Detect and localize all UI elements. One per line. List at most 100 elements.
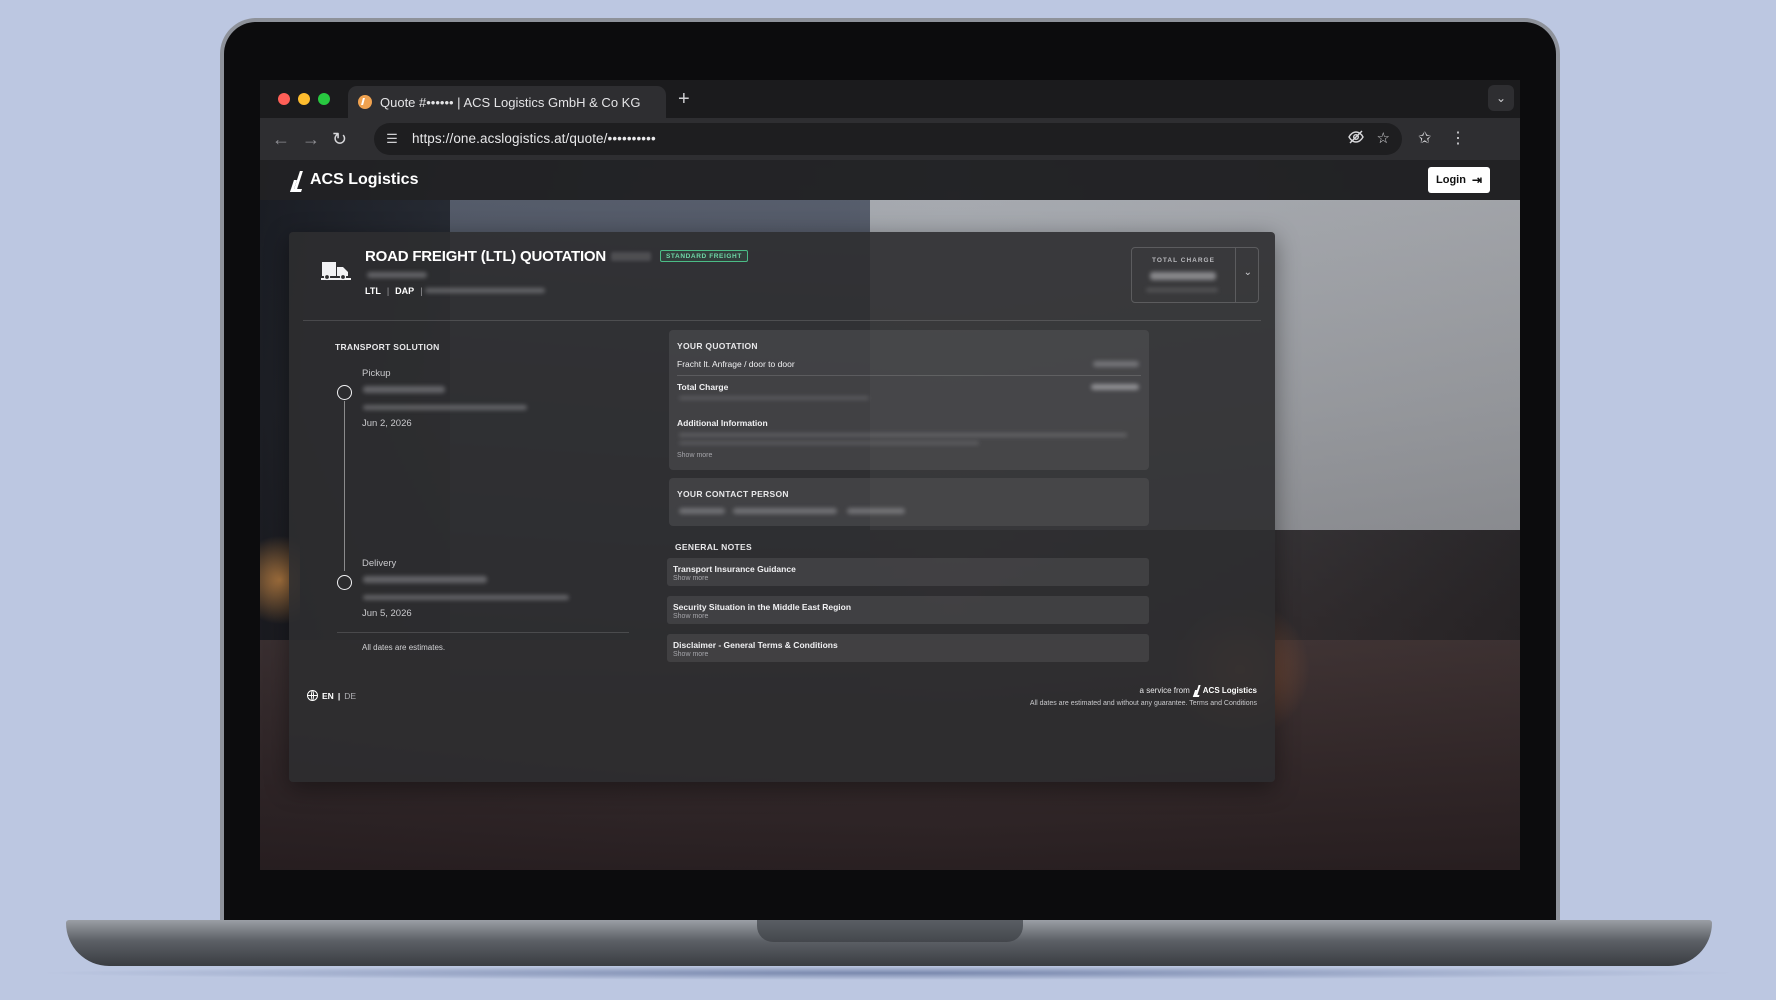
close-window-button[interactable] [278, 93, 290, 105]
quotation-panel: YOUR QUOTATION Fracht lt. Anfrage / door… [669, 330, 1149, 470]
show-more-link[interactable]: Show more [673, 575, 708, 582]
note-item[interactable]: Transport Insurance Guidance Show more [667, 558, 1149, 586]
quotation-divider [677, 375, 1141, 376]
contact-phone-redacted [847, 508, 905, 514]
pickup-address-redacted [363, 405, 527, 410]
delivery-date: Jun 5, 2026 [362, 608, 412, 619]
browser-tab[interactable]: Quote #•••••• | ACS Logistics GmbH & Co … [348, 86, 666, 118]
tag-separator: | [386, 286, 390, 296]
quotation-card: ROAD FREIGHT (LTL) QUOTATION STANDARD FR… [289, 232, 1275, 782]
browser-window: Quote #•••••• | ACS Logistics GmbH & Co … [260, 80, 1520, 870]
freight-type-badge: STANDARD FREIGHT [660, 250, 748, 262]
delivery-label: Delivery [362, 558, 397, 569]
additional-info-text-redacted [679, 441, 979, 445]
dates-estimate-note: All dates are estimates. [362, 643, 446, 652]
pickup-label: Pickup [362, 368, 391, 379]
pickup-date: Jun 2, 2026 [362, 418, 412, 429]
total-charge-value-redacted [1150, 272, 1216, 280]
total-charge-row-label: Total Charge [677, 382, 729, 392]
note-title: Disclaimer - General Terms & Conditions [673, 640, 838, 650]
service-brand-name: ACS Logistics [1202, 685, 1257, 695]
note-title: Security Situation in the Middle East Re… [673, 602, 852, 612]
total-charge-box[interactable]: TOTAL CHARGE ⌄ [1131, 247, 1259, 303]
customer-name-redacted [367, 272, 427, 278]
truck-icon [321, 262, 351, 281]
shipment-details-redacted [425, 288, 545, 293]
quote-title: ROAD FREIGHT (LTL) QUOTATION [365, 248, 607, 265]
footer-disclaimer: All dates are estimated and without any … [1029, 700, 1257, 707]
zoom-window-button[interactable] [318, 93, 330, 105]
lang-de[interactable]: DE [344, 691, 356, 701]
login-button[interactable]: Login ⇥ [1428, 167, 1490, 193]
brand-logo[interactable]: ACS Logistics [292, 171, 418, 189]
new-tab-button[interactable]: + [678, 87, 690, 111]
service-brand[interactable]: ACS Logistics [1194, 685, 1257, 695]
login-label: Login [1436, 174, 1466, 186]
page-viewport: ACS Logistics Login ⇥ ROAD FREIGHT (LTL)… [260, 160, 1520, 870]
globe-icon [307, 690, 318, 701]
pickup-marker-icon [337, 385, 352, 400]
tab-search-chevron-icon[interactable]: ⌄ [1488, 85, 1514, 111]
url-text[interactable]: https://one.acslogistics.at/quote/••••••… [412, 131, 656, 146]
kebab-menu-icon[interactable]: ⋮ [1450, 128, 1466, 150]
pickup-company-redacted [363, 386, 445, 393]
quotation-line-item: Fracht lt. Anfrage / door to door [677, 359, 795, 369]
delivery-company-redacted [363, 576, 487, 583]
line-item-price-redacted [1093, 361, 1139, 367]
note-title: Transport Insurance Guidance [673, 564, 796, 574]
total-charge-sub-redacted [1146, 288, 1218, 292]
quotation-heading: YOUR QUOTATION [677, 341, 758, 351]
browser-toolbar: ← → ↻ ☰ https://one.acslogistics.at/quot… [260, 118, 1520, 160]
eye-off-icon[interactable] [1348, 129, 1364, 151]
delivery-marker-icon [337, 575, 352, 590]
quote-number-redacted [611, 252, 651, 261]
contact-heading: YOUR CONTACT PERSON [677, 489, 789, 499]
back-arrow-icon[interactable]: ← [272, 128, 290, 150]
additional-info-heading: Additional Information [677, 418, 768, 428]
additional-info-text-redacted [679, 433, 1127, 437]
service-prefix: a service from [1139, 685, 1190, 695]
note-item[interactable]: Security Situation in the Middle East Re… [667, 596, 1149, 624]
show-more-link[interactable]: Show more [673, 651, 708, 658]
service-credit: a service from ACS Logistics [1140, 685, 1257, 695]
acs-logo-icon [292, 171, 304, 189]
site-header: ACS Logistics Login ⇥ [260, 160, 1520, 200]
acs-logo-icon [1194, 685, 1201, 695]
minimize-window-button[interactable] [298, 93, 310, 105]
transport-solution-heading: TRANSPORT SOLUTION [335, 342, 440, 352]
card-divider [303, 320, 1261, 321]
total-charge-row-value-redacted [1091, 384, 1139, 390]
delivery-address-redacted [363, 595, 569, 600]
note-item[interactable]: Disclaimer - General Terms & Conditions … [667, 634, 1149, 662]
chevron-down-icon[interactable]: ⌄ [1244, 267, 1252, 278]
show-more-link[interactable]: Show more [673, 613, 708, 620]
tab-title: Quote #•••••• | ACS Logistics GmbH & Co … [380, 94, 641, 110]
total-charge-divider [1235, 248, 1236, 302]
lang-separator: | [337, 690, 341, 701]
transport-divider [337, 632, 629, 633]
laptop-notch [757, 920, 1023, 942]
address-bar[interactable]: ☰ https://one.acslogistics.at/quote/••••… [374, 123, 1402, 155]
login-arrow-icon: ⇥ [1471, 173, 1482, 187]
total-charge-note-redacted [679, 396, 869, 400]
contact-name-redacted [679, 508, 725, 514]
reload-icon[interactable]: ↻ [332, 128, 347, 150]
show-more-link[interactable]: Show more [677, 452, 712, 459]
lang-en[interactable]: EN [322, 691, 334, 701]
forward-arrow-icon[interactable]: → [302, 128, 320, 150]
laptop-shadow [30, 966, 1746, 980]
site-settings-tune-icon[interactable]: ☰ [382, 129, 402, 149]
tag-dap: DAP [395, 286, 415, 296]
total-charge-label: TOTAL CHARGE [1152, 257, 1215, 264]
contact-email-redacted [733, 508, 837, 514]
contact-panel: YOUR CONTACT PERSON [669, 478, 1149, 526]
incoterm-tags: LTL | DAP | [365, 286, 423, 296]
tag-ltl: LTL [365, 286, 381, 296]
extensions-star-icon[interactable]: ✩ [1418, 128, 1431, 150]
favicon-icon [358, 95, 372, 109]
brand-name: ACS Logistics [310, 171, 419, 188]
general-notes-heading: GENERAL NOTES [675, 542, 752, 552]
route-timeline [344, 401, 345, 571]
language-switcher[interactable]: EN | DE [307, 690, 356, 701]
bookmark-star-icon[interactable]: ☆ [1377, 129, 1390, 149]
